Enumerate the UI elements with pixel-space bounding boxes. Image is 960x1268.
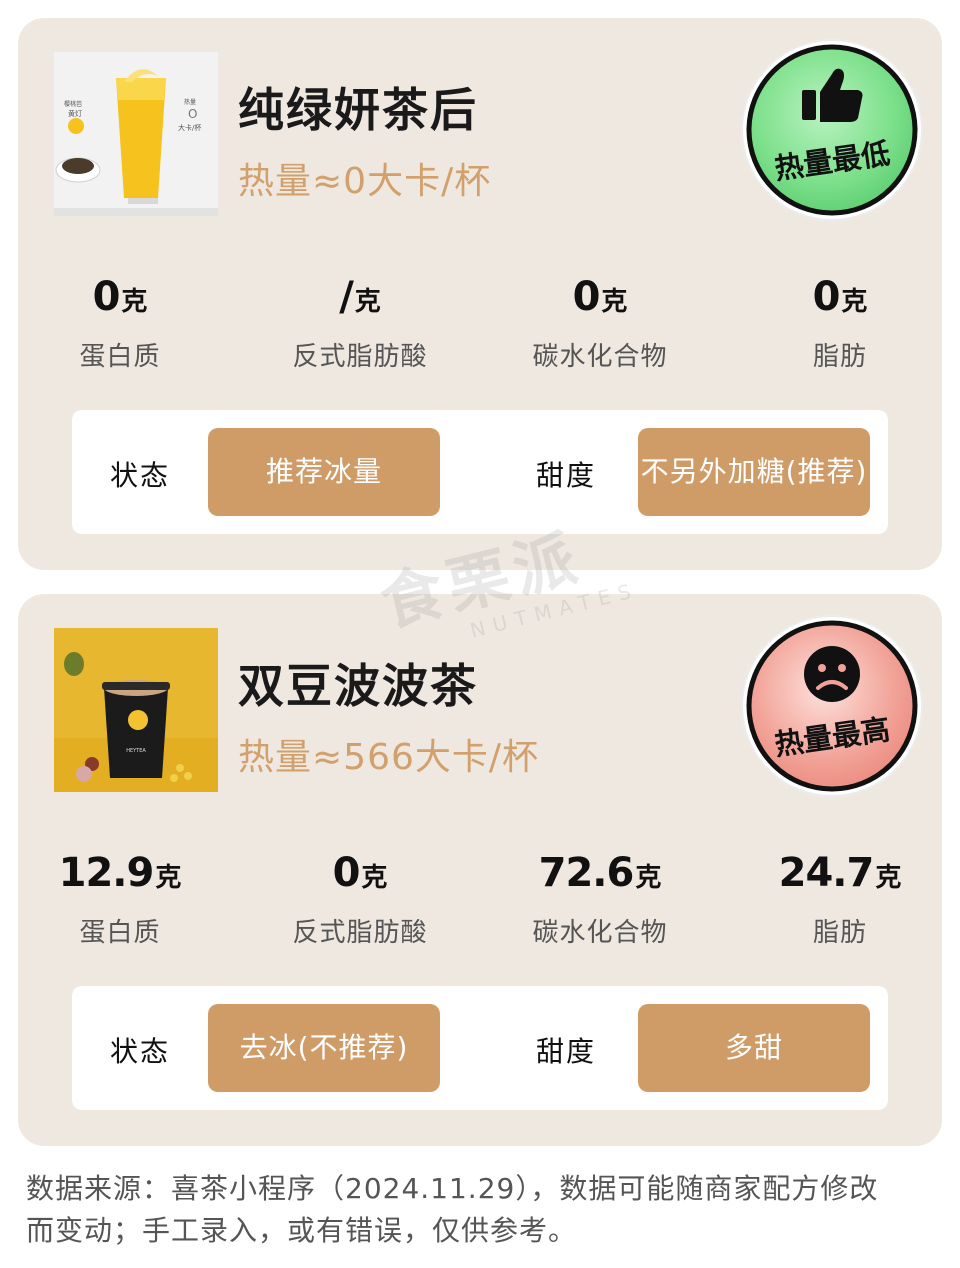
- drink-name: 纯绿妍茶后: [238, 83, 478, 137]
- stat-value: 0: [812, 274, 841, 320]
- sweetness-option-button[interactable]: 不另外加糖(推荐): [638, 428, 870, 516]
- drink-card-highest: HEYTEA 双豆波波茶 热量≈566大卡/杯 热量最高 12.9克 蛋白质 0…: [18, 594, 942, 1146]
- state-label: 状态: [110, 459, 171, 492]
- thumb-caption: O: [188, 107, 197, 121]
- nutrition-stats: 0克 蛋白质 /克 反式脂肪酸 0克 碳水化合物 0克 脂肪: [18, 274, 942, 384]
- drink-calories: 热量≈566大卡/杯: [238, 737, 540, 778]
- stat-carbs: 72.6克 碳水化合物: [500, 850, 700, 949]
- stat-label: 脂肪: [812, 918, 867, 948]
- stat-unit: 克: [121, 287, 148, 317]
- lowest-calorie-badge: 热量最低: [738, 36, 926, 224]
- stat-label: 碳水化合物: [532, 918, 668, 948]
- stat-unit: 克: [155, 863, 182, 893]
- stat-unit: 克: [875, 863, 902, 893]
- thumb-caption: 樱桃芭: [64, 100, 82, 108]
- drink-name: 双豆波波茶: [238, 659, 478, 713]
- stat-label: 蛋白质: [79, 918, 161, 948]
- stat-unit: 克: [635, 863, 662, 893]
- source-note-line: 数据来源：喜茶小程序（2024.11.29），数据可能随商家配方修改: [26, 1172, 879, 1205]
- drink-photo: 樱桃芭 黄灯 热量 O 大卡/杯: [54, 52, 218, 216]
- state-option-button[interactable]: 推荐冰量: [208, 428, 440, 516]
- thumb-caption: 黄灯: [68, 109, 82, 118]
- stat-value: /: [339, 274, 354, 320]
- stat-value: 72.6: [538, 850, 635, 896]
- thumb-caption: 热量: [184, 98, 196, 106]
- highest-calorie-badge: 热量最高: [738, 612, 926, 800]
- stat-unit: 克: [354, 287, 381, 317]
- stat-trans-fat: 0克 反式脂肪酸: [260, 850, 460, 949]
- stat-fat: 24.7克 脂肪: [740, 850, 940, 949]
- stat-label: 反式脂肪酸: [292, 342, 428, 372]
- order-options: 状态 去冰(不推荐) 甜度 多甜: [72, 986, 888, 1110]
- stat-carbs: 0克 碳水化合物: [500, 274, 700, 373]
- cup-brand: HEYTEA: [126, 748, 146, 754]
- stat-value: 0: [92, 274, 121, 320]
- sweetness-label: 甜度: [536, 1035, 597, 1068]
- thumb-caption: 大卡/杯: [178, 123, 201, 132]
- sad-face-icon: [804, 646, 860, 702]
- stat-value: 12.9: [58, 850, 155, 896]
- drink-calories: 热量≈0大卡/杯: [238, 161, 492, 202]
- stat-fat: 0克 脂肪: [740, 274, 940, 373]
- state-label: 状态: [110, 1035, 171, 1068]
- source-note: 数据来源：喜茶小程序（2024.11.29），数据可能随商家配方修改 而变动；手…: [26, 1168, 936, 1252]
- stat-value: 0: [572, 274, 601, 320]
- stat-trans-fat: /克 反式脂肪酸: [260, 274, 460, 373]
- sweetness-label: 甜度: [536, 459, 597, 492]
- stat-unit: 克: [841, 287, 868, 317]
- order-options: 状态 推荐冰量 甜度 不另外加糖(推荐): [72, 410, 888, 534]
- stat-protein: 12.9克 蛋白质: [20, 850, 220, 949]
- stat-unit: 克: [361, 863, 388, 893]
- drink-photo: HEYTEA: [54, 628, 218, 792]
- stat-label: 蛋白质: [79, 342, 161, 372]
- sweetness-option-button[interactable]: 多甜: [638, 1004, 870, 1092]
- stat-label: 碳水化合物: [532, 342, 668, 372]
- drink-card-lowest: 樱桃芭 黄灯 热量 O 大卡/杯 纯绿妍茶后 热量≈0大卡/杯 热量最低 0克 …: [18, 18, 942, 570]
- stat-protein: 0克 蛋白质: [20, 274, 220, 373]
- state-option-button[interactable]: 去冰(不推荐): [208, 1004, 440, 1092]
- stat-label: 脂肪: [812, 342, 867, 372]
- stat-label: 反式脂肪酸: [292, 918, 428, 948]
- stat-value: 24.7: [778, 850, 875, 896]
- nutrition-stats: 12.9克 蛋白质 0克 反式脂肪酸 72.6克 碳水化合物 24.7克 脂肪: [18, 850, 942, 960]
- source-note-line: 而变动；手工录入，或有错误，仅供参考。: [26, 1214, 578, 1247]
- stat-value: 0: [332, 850, 361, 896]
- stat-unit: 克: [601, 287, 628, 317]
